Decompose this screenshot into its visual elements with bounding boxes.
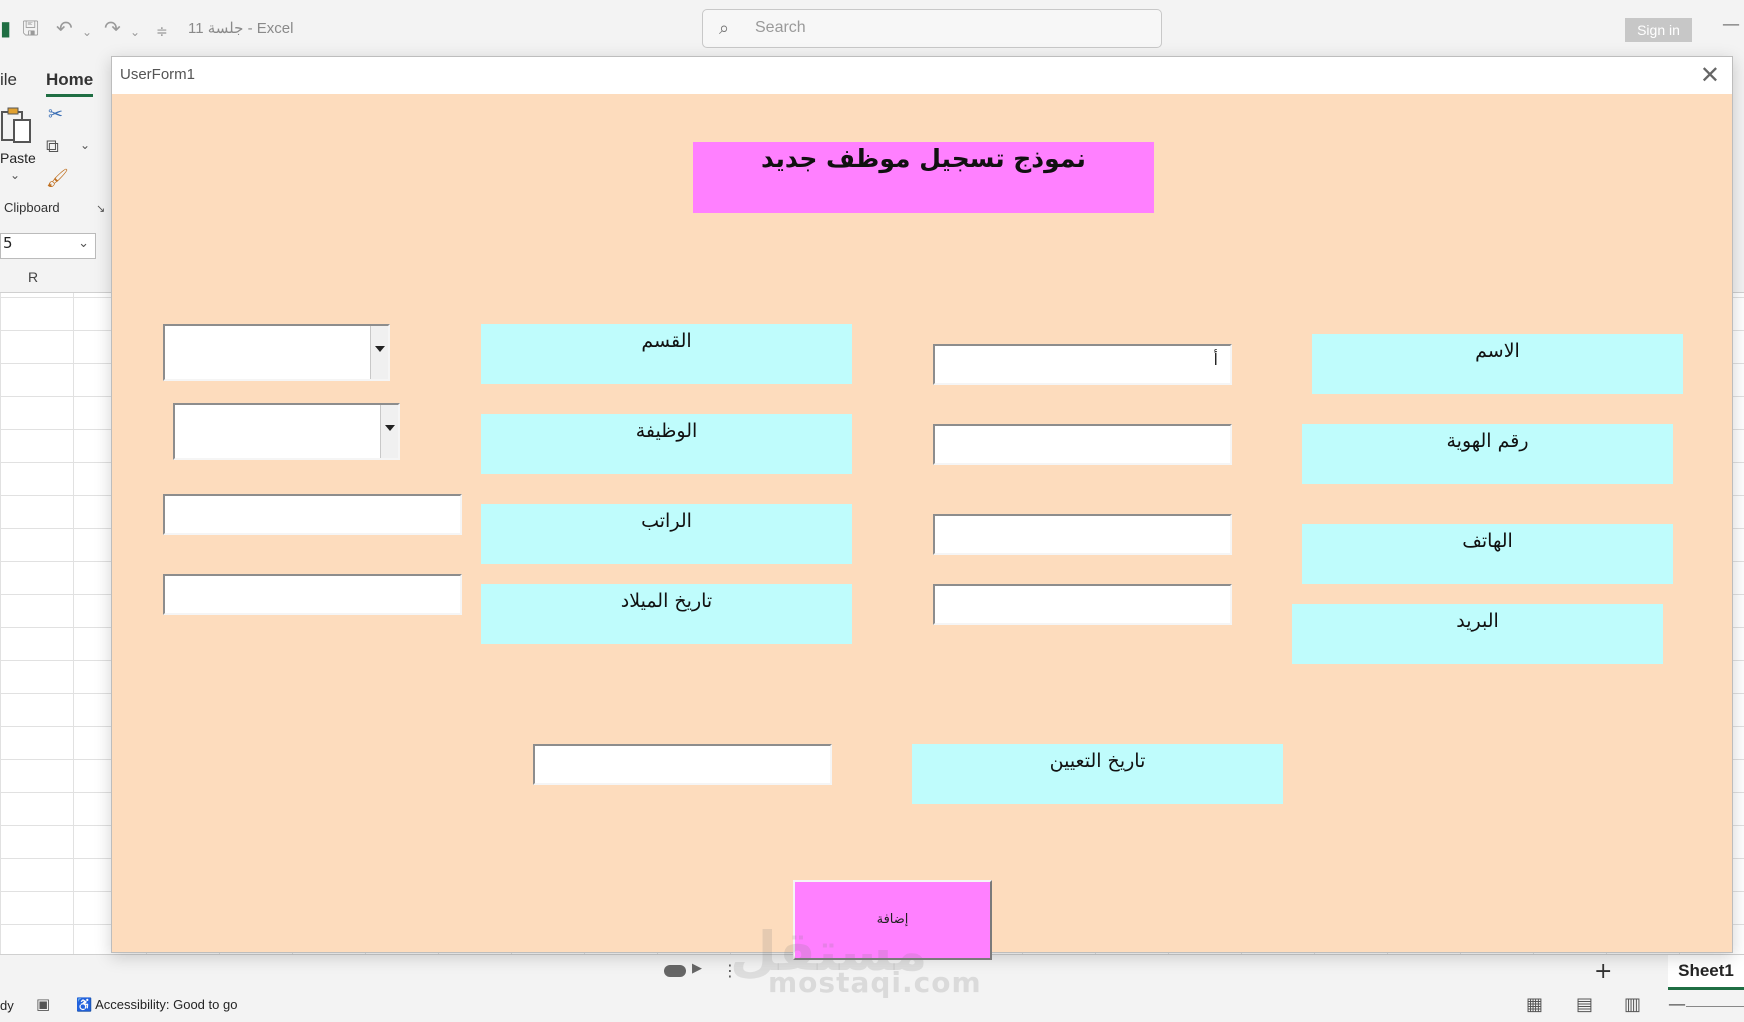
paste-icon[interactable]	[0, 106, 32, 146]
tab-file[interactable]: ile	[0, 70, 17, 90]
userform-title-bar[interactable]: UserForm1 ✕	[112, 57, 1732, 94]
undo-dropdown-icon[interactable]: ⌄	[82, 22, 92, 42]
excel-title-bar: ▮ 🖫 ↶ ⌄ ↷ ⌄ ≑ جلسة 11 - Excel ⌕ Search S…	[0, 0, 1744, 58]
search-icon: ⌕	[719, 18, 730, 39]
sheet-tab-sheet1[interactable]: Sheet1	[1668, 955, 1744, 990]
form-heading: نموذج تسجيل موظف جديد	[693, 142, 1154, 213]
search-box[interactable]: ⌕ Search	[702, 9, 1162, 48]
userform-title: UserForm1	[120, 66, 196, 83]
excel-icon: ▮	[0, 16, 12, 40]
column-header-r[interactable]: R	[28, 269, 38, 285]
paste-button-label[interactable]: Paste	[0, 150, 36, 166]
department-combobox[interactable]	[163, 324, 390, 381]
save-icon[interactable]: 🖫	[22, 18, 39, 38]
birth-date-input[interactable]	[163, 574, 462, 615]
hire-date-input[interactable]	[533, 744, 832, 785]
clipboard-launcher-icon[interactable]: ↘	[96, 202, 105, 215]
undo-icon[interactable]: ↶	[56, 18, 73, 38]
salary-input[interactable]	[163, 494, 462, 535]
department-dropdown-button[interactable]	[370, 326, 388, 379]
zoom-slider[interactable]	[1686, 1006, 1744, 1007]
page-layout-view-icon[interactable]: ▤	[1576, 994, 1593, 1015]
id-number-label: رقم الهوية	[1302, 424, 1673, 484]
copy-dropdown-icon[interactable]: ⌄	[80, 138, 90, 152]
redo-dropdown-icon[interactable]: ⌄	[130, 22, 140, 42]
paste-dropdown-icon[interactable]: ⌄	[10, 168, 20, 182]
hire-date-label: تاريخ التعيين	[912, 744, 1283, 804]
birth-date-label: تاريخ الميلاد	[481, 584, 852, 644]
macro-record-icon[interactable]: ▣	[36, 995, 50, 1013]
sign-in-button[interactable]: Sign in	[1625, 18, 1692, 42]
job-combobox[interactable]	[173, 403, 400, 460]
name-label: الاسم	[1312, 334, 1683, 394]
clipboard-group-label: Clipboard	[4, 200, 60, 215]
copy-icon[interactable]: ⧉	[46, 136, 59, 157]
department-label: القسم	[481, 324, 852, 384]
cut-icon[interactable]: ✂	[48, 104, 63, 125]
document-title: جلسة 11 - Excel	[188, 20, 294, 37]
tab-home[interactable]: Home	[46, 70, 94, 97]
userform-body: نموذج تسجيل موظف جديد القسم الوظيفة الرا…	[112, 94, 1732, 960]
chevron-down-icon	[375, 346, 385, 352]
accessibility-status[interactable]: ♿ Accessibility: Good to go	[76, 997, 237, 1013]
chevron-down-icon	[385, 425, 395, 431]
name-box-value: 5	[3, 234, 13, 252]
minimize-icon[interactable]: —	[1722, 14, 1740, 35]
userform-window: UserForm1 ✕ نموذج تسجيل موظف جديد القسم …	[111, 56, 1733, 960]
email-input[interactable]	[933, 584, 1232, 625]
accessibility-text: Accessibility: Good to go	[95, 997, 238, 1012]
name-box[interactable]: 5 ⌄	[0, 233, 96, 259]
format-painter-icon[interactable]: 🖌	[46, 168, 69, 189]
normal-view-icon[interactable]: ▦	[1526, 994, 1543, 1015]
job-dropdown-button[interactable]	[380, 405, 398, 458]
email-label: البريد	[1292, 604, 1663, 664]
redo-icon[interactable]: ↷	[104, 18, 121, 38]
page-break-view-icon[interactable]: ▥	[1624, 994, 1641, 1015]
job-label: الوظيفة	[481, 414, 852, 474]
close-icon[interactable]: ✕	[1700, 61, 1720, 89]
add-sheet-icon[interactable]: +	[1594, 959, 1612, 984]
id-number-input[interactable]	[933, 424, 1232, 465]
phone-input[interactable]	[933, 514, 1232, 555]
scroll-thumb[interactable]	[664, 965, 686, 977]
customize-toolbar-icon[interactable]: ≑	[156, 22, 168, 42]
accessibility-icon: ♿	[76, 997, 93, 1012]
status-ready: dy	[0, 998, 14, 1013]
watermark-url: mostaqi.com	[768, 966, 982, 999]
zoom-out-icon[interactable]: —	[1668, 994, 1686, 1015]
scroll-right-icon[interactable]: ▶	[692, 961, 702, 976]
salary-label: الراتب	[481, 504, 852, 564]
phone-label: الهاتف	[1302, 524, 1673, 584]
search-placeholder: Search	[755, 19, 806, 36]
chevron-down-icon[interactable]: ⌄	[78, 236, 89, 251]
name-input[interactable]: أ	[933, 344, 1232, 385]
